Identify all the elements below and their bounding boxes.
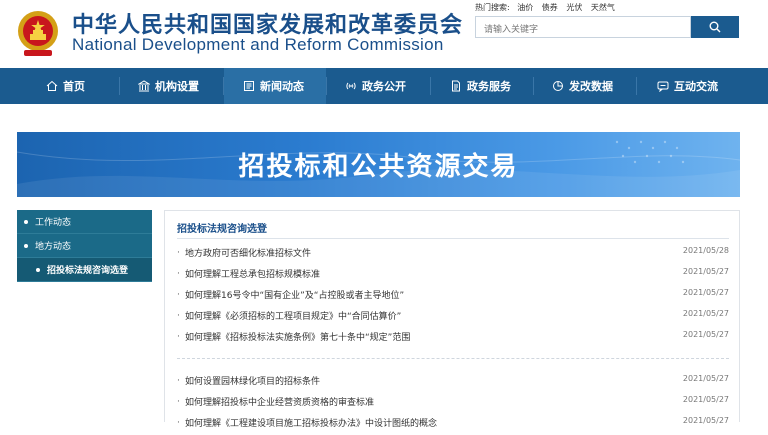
hot-search-term[interactable]: 油价 bbox=[517, 3, 533, 12]
sidebar-item-bidding-consultation[interactable]: 招投标法规咨询选登 bbox=[17, 258, 152, 282]
hot-search-term[interactable]: 债券 bbox=[542, 3, 558, 12]
article-date: 2021/05/27 bbox=[682, 330, 729, 339]
news-icon bbox=[244, 81, 254, 91]
article-link[interactable]: 如何理解《工程建设项目施工招标投标办法》中设计图纸的概念 bbox=[185, 416, 437, 429]
nav-item-label: 机构设置 bbox=[155, 80, 199, 93]
list-item[interactable]: · 如何理解《招标投标法实施条例》第七十条中“规定”范围 2021/05/27 bbox=[177, 328, 729, 349]
list-item[interactable]: · 如何理解工程总承包招标规模标准 2021/05/27 bbox=[177, 265, 729, 286]
search-button[interactable] bbox=[691, 16, 739, 38]
nav-item-government-affairs[interactable]: 政务公开 bbox=[345, 68, 406, 104]
list-item[interactable]: · 如何理解招投标中企业经营资质资格的审查标准 2021/05/27 bbox=[177, 393, 729, 414]
search-icon bbox=[709, 21, 721, 33]
pie-chart-icon bbox=[553, 81, 563, 91]
bullet-icon: · bbox=[177, 418, 180, 428]
hot-search-bar: 热门搜索: 油价 债券 光伏 天然气 bbox=[475, 2, 621, 13]
broadcast-icon bbox=[346, 82, 356, 90]
nav-item-label: 首页 bbox=[63, 80, 85, 93]
nav-item-data[interactable]: 发改数据 bbox=[552, 68, 613, 104]
nav-divider bbox=[636, 77, 637, 95]
list-item[interactable]: · 如何理解《工程建设项目施工招标投标办法》中设计图纸的概念 2021/05/2… bbox=[177, 414, 729, 435]
bullet-icon: · bbox=[177, 397, 180, 407]
nav-divider bbox=[326, 77, 327, 95]
list-item[interactable]: · 地方政府可否细化标准招标文件 2021/05/28 bbox=[177, 244, 729, 265]
search-input[interactable]: 请输入关键字 bbox=[475, 16, 691, 38]
document-icon bbox=[452, 80, 460, 92]
nav-item-interaction[interactable]: 互动交流 bbox=[657, 68, 718, 104]
nav-item-home[interactable]: 首页 bbox=[46, 68, 85, 104]
list-item[interactable]: · 如何理解《必须招标的工程项目规定》中“合同估算价” 2021/05/27 bbox=[177, 307, 729, 328]
home-icon bbox=[46, 80, 58, 91]
sidebar-item-label: 地方动态 bbox=[35, 242, 72, 252]
bullet-icon: · bbox=[177, 269, 180, 279]
nav-item-label: 政务公开 bbox=[362, 80, 406, 93]
hot-search-label: 热门搜索: bbox=[475, 3, 510, 12]
section-banner: 招投标和公共资源交易 bbox=[17, 132, 740, 197]
sidebar-item-work-news[interactable]: 工作动态 bbox=[17, 210, 152, 234]
article-date: 2021/05/27 bbox=[682, 395, 729, 404]
article-link[interactable]: 如何设置园林绿化项目的招标条件 bbox=[185, 374, 320, 387]
article-link[interactable]: 如何理解16号令中“国有企业”及“占控股或者主导地位” bbox=[185, 288, 404, 301]
sidebar: 工作动态 地方动态 招投标法规咨询选登 bbox=[17, 210, 152, 282]
article-date: 2021/05/27 bbox=[682, 288, 729, 297]
nav-item-government-services[interactable]: 政务服务 bbox=[450, 68, 511, 104]
nav-item-label: 政务服务 bbox=[467, 80, 511, 93]
site-header: 中华人民共和国国家发展和改革委员会 National Development a… bbox=[0, 0, 768, 68]
list-item[interactable]: · 如何理解16号令中“国有企业”及“占控股或者主导地位” 2021/05/27 bbox=[177, 286, 729, 307]
site-title-en[interactable]: National Development and Reform Commissi… bbox=[72, 35, 444, 55]
building-icon bbox=[138, 80, 150, 92]
article-date: 2021/05/28 bbox=[682, 246, 729, 255]
chat-icon bbox=[657, 81, 669, 92]
nav-item-news[interactable]: 新闻动态 bbox=[224, 68, 326, 104]
nav-item-label: 发改数据 bbox=[569, 80, 613, 93]
bullet-icon bbox=[24, 219, 28, 224]
list-divider bbox=[177, 358, 729, 359]
sidebar-item-local-news[interactable]: 地方动态 bbox=[17, 234, 152, 258]
bullet-icon: · bbox=[177, 311, 180, 321]
title-divider bbox=[177, 238, 729, 239]
list-item[interactable]: · 如何设置园林绿化项目的招标条件 2021/05/27 bbox=[177, 372, 729, 393]
bullet-icon: · bbox=[177, 248, 180, 258]
article-link[interactable]: 地方政府可否细化标准招标文件 bbox=[185, 246, 311, 259]
hot-search-term[interactable]: 光伏 bbox=[566, 3, 582, 12]
article-link[interactable]: 如何理解工程总承包招标规模标准 bbox=[185, 267, 320, 280]
article-list: · 地方政府可否细化标准招标文件 2021/05/28 · 如何理解工程总承包招… bbox=[177, 244, 729, 349]
bullet-icon bbox=[24, 243, 28, 248]
nav-divider bbox=[119, 77, 120, 95]
article-date: 2021/05/27 bbox=[682, 309, 729, 318]
bullet-icon bbox=[36, 267, 40, 272]
nav-item-label: 互动交流 bbox=[674, 80, 718, 93]
article-list-panel: 招投标法规咨询选登 · 地方政府可否细化标准招标文件 2021/05/28 · … bbox=[164, 210, 740, 429]
hot-search-term[interactable]: 天然气 bbox=[591, 3, 615, 12]
national-emblem-icon[interactable] bbox=[16, 8, 60, 58]
banner-title: 招投标和公共资源交易 bbox=[238, 152, 519, 182]
article-link[interactable]: 如何理解《必须招标的工程项目规定》中“合同估算价” bbox=[185, 309, 401, 322]
nav-divider bbox=[533, 77, 534, 95]
article-date: 2021/05/27 bbox=[682, 416, 729, 425]
main-nav: 首页 机构设置 新闻动态 政务公开 政务服务 发改数据 互动交流 bbox=[0, 68, 768, 104]
bullet-icon: · bbox=[177, 376, 180, 386]
sidebar-item-label: 招投标法规咨询选登 bbox=[47, 266, 129, 276]
nav-item-label: 新闻动态 bbox=[260, 80, 304, 93]
article-date: 2021/05/27 bbox=[682, 374, 729, 383]
article-link[interactable]: 如何理解《招标投标法实施条例》第七十条中“规定”范围 bbox=[185, 330, 410, 343]
article-link[interactable]: 如何理解招投标中企业经营资质资格的审查标准 bbox=[185, 395, 374, 408]
section-title: 招投标法规咨询选登 bbox=[177, 224, 267, 235]
bullet-icon: · bbox=[177, 332, 180, 342]
sidebar-item-label: 工作动态 bbox=[35, 218, 72, 228]
nav-divider bbox=[430, 77, 431, 95]
article-list: · 如何设置园林绿化项目的招标条件 2021/05/27 · 如何理解招投标中企… bbox=[177, 372, 729, 435]
article-date: 2021/05/27 bbox=[682, 267, 729, 276]
bullet-icon: · bbox=[177, 290, 180, 300]
nav-item-organization[interactable]: 机构设置 bbox=[138, 68, 199, 104]
